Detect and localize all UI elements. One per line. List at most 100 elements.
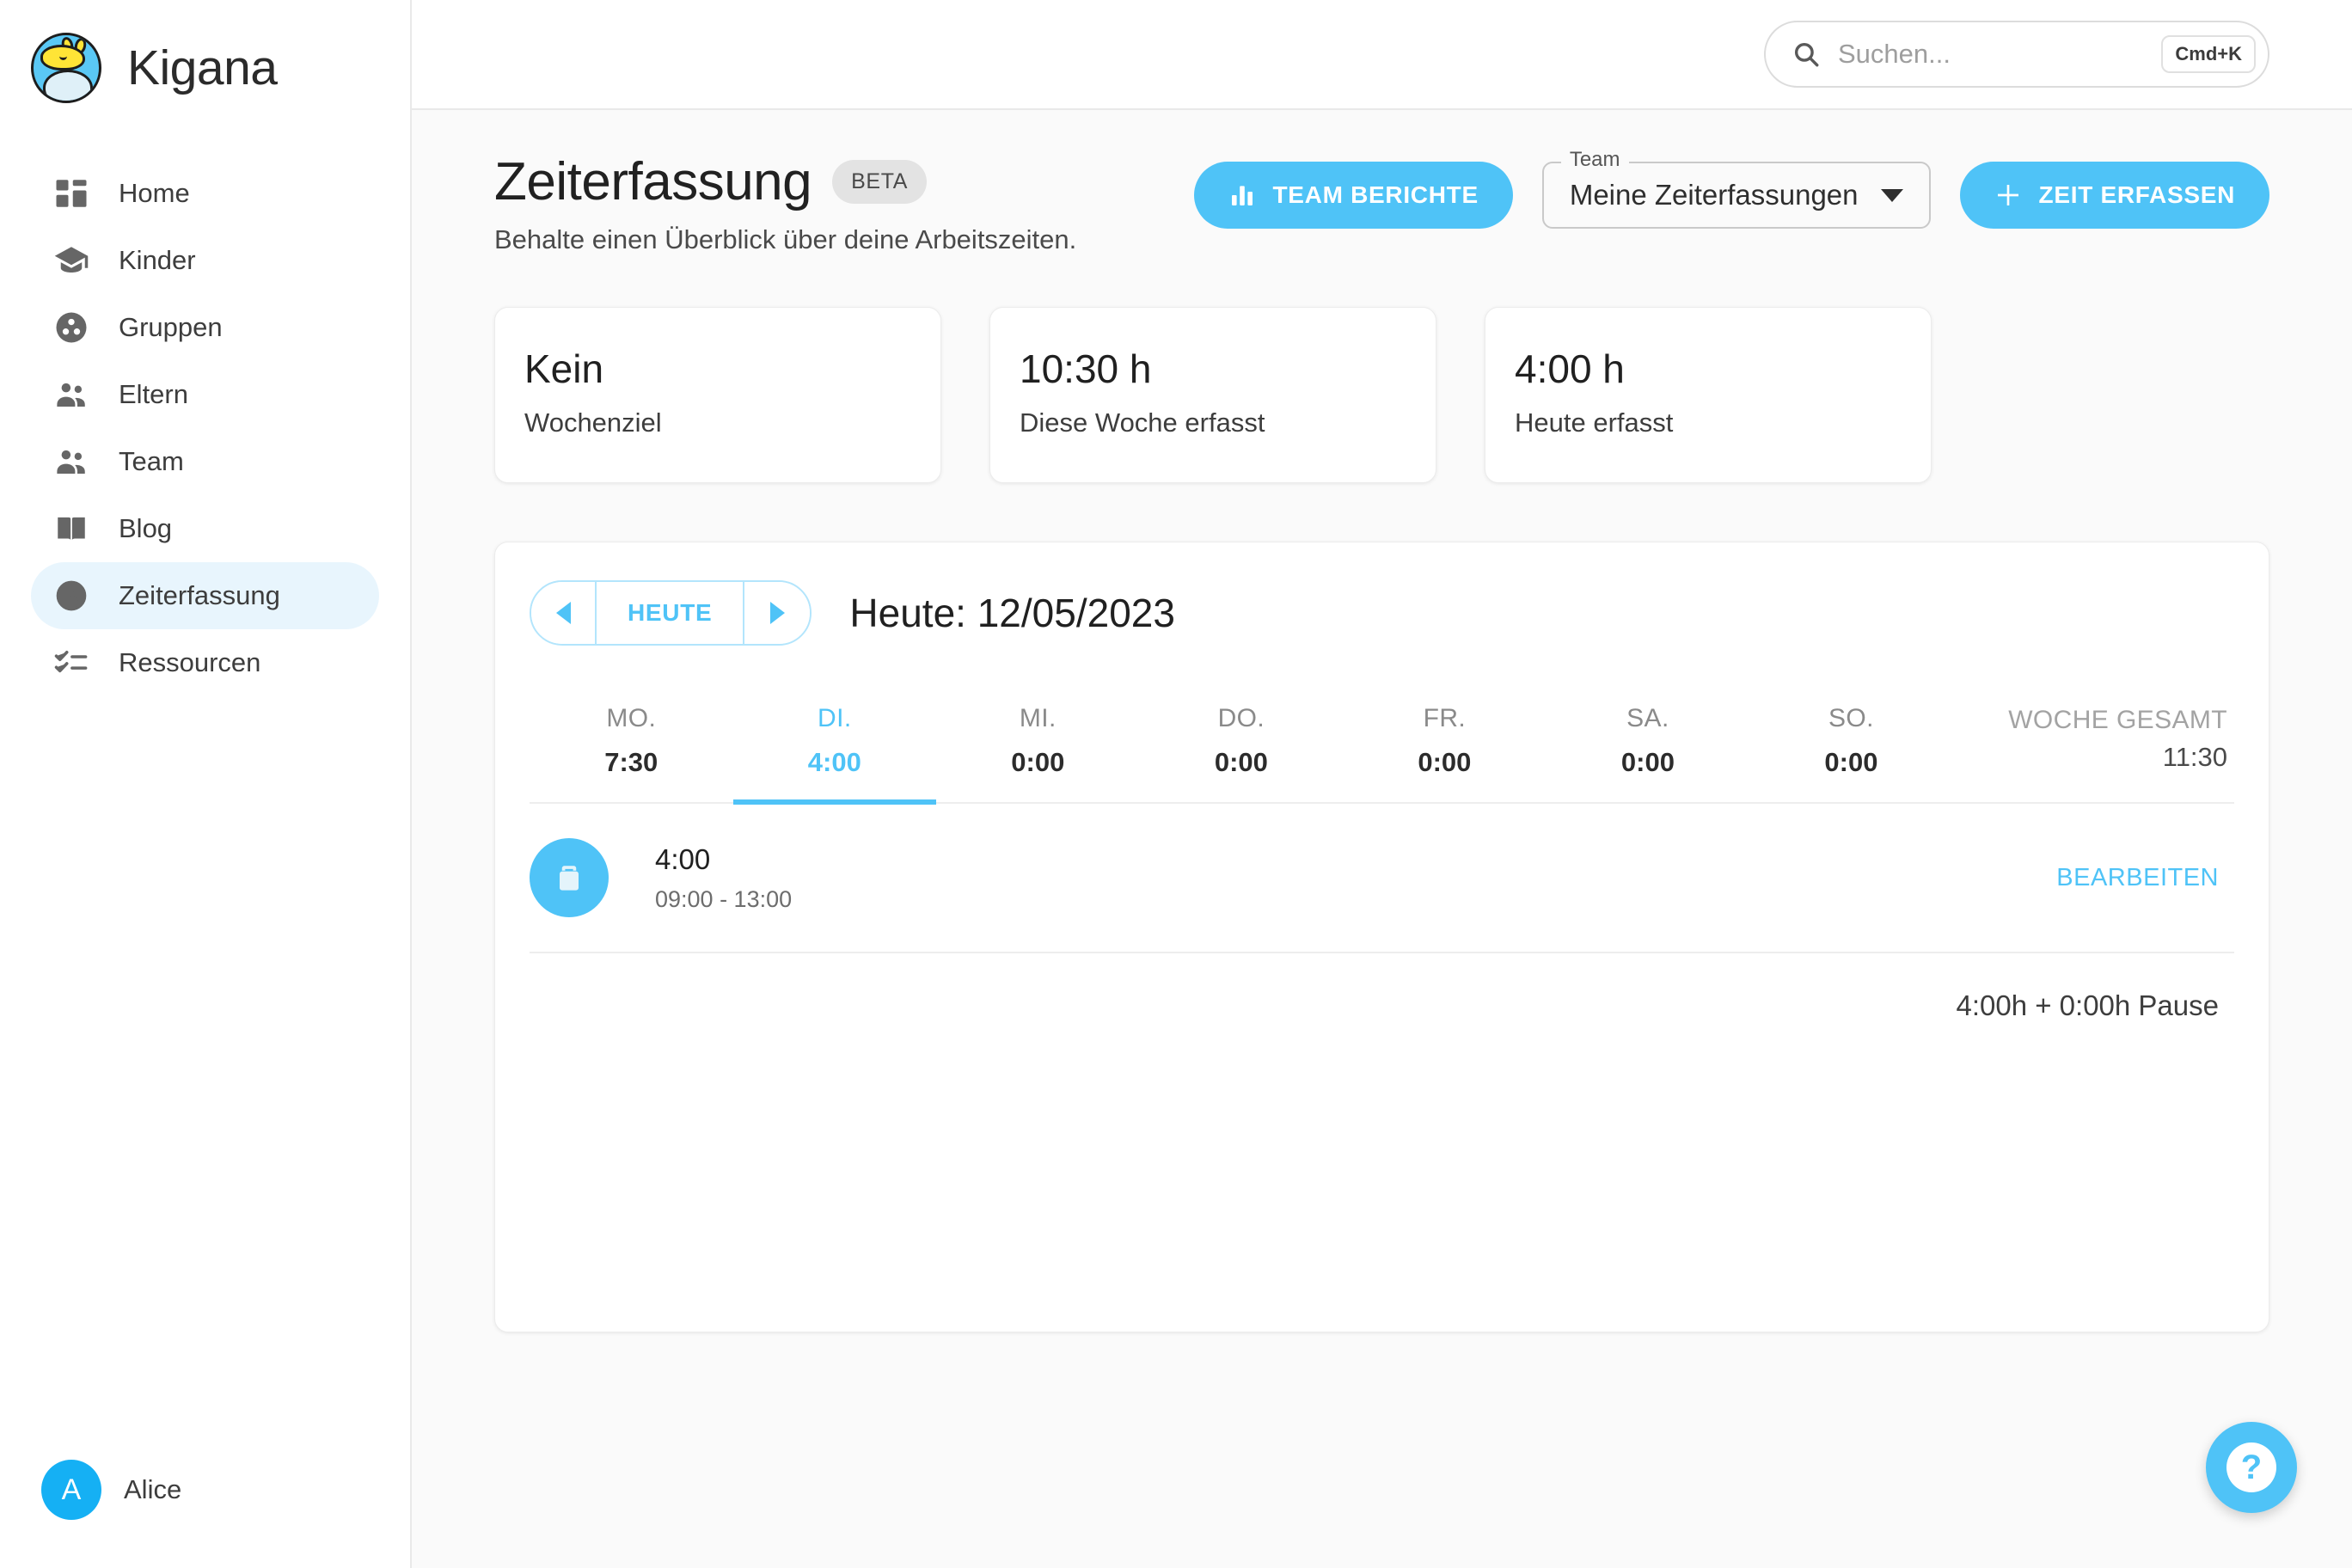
- page-title: Zeiterfassung: [494, 152, 812, 211]
- stat-card-today-logged: 4:00 h Heute erfasst: [1485, 307, 1932, 483]
- day-tab-so[interactable]: SO. 0:00: [1749, 692, 1953, 802]
- week-tabs: MO. 7:30 DI. 4:00 MI. 0:00 DO. 0:00 FR. …: [530, 692, 2234, 805]
- day-tab-name: FR.: [1423, 704, 1467, 732]
- day-tab-mi[interactable]: MI. 0:00: [936, 692, 1140, 802]
- brand-name: Kigana: [127, 40, 278, 95]
- status-badge: BETA: [832, 160, 927, 204]
- sidebar-item-gruppen[interactable]: Gruppen: [31, 294, 379, 361]
- sidebar-item-ressourcen[interactable]: Ressourcen: [31, 629, 379, 696]
- current-date-label: Heute: 12/05/2023: [849, 591, 1175, 635]
- team-select-legend: Team: [1560, 148, 1629, 172]
- sidebar-item-label: Team: [119, 446, 184, 476]
- giraffe-cloud-logo-icon: [31, 33, 101, 103]
- title-row: Zeiterfassung BETA: [494, 151, 1076, 212]
- stat-card-week-logged: 10:30 h Diese Woche erfasst: [989, 307, 1436, 483]
- people-icon: [52, 375, 91, 414]
- sidebar-item-label: Kinder: [119, 245, 196, 275]
- search-shortcut-badge: Cmd+K: [2161, 35, 2256, 73]
- day-tab-value: 0:00: [1011, 747, 1065, 777]
- sidebar-item-eltern[interactable]: Eltern: [31, 361, 379, 428]
- page-subtitle: Behalte einen Überblick über deine Arbei…: [494, 224, 1077, 254]
- stat-label: Diese Woche erfasst: [1020, 407, 1265, 438]
- week-total-label: WOCHE GESAMT: [2008, 706, 2228, 734]
- sidebar-item-label: Eltern: [119, 379, 188, 409]
- sidebar-user[interactable]: A Alice: [0, 1460, 181, 1520]
- sidebar-item-zeiterfassung[interactable]: Zeiterfassung: [31, 562, 379, 629]
- sidebar-item-label: Gruppen: [119, 312, 223, 342]
- team-reports-button[interactable]: TEAM BERICHTE: [1193, 162, 1513, 229]
- dashboard-icon: [52, 174, 91, 213]
- prev-day-button[interactable]: [531, 582, 597, 644]
- time-entry-row: 4:00 09:00 - 13:00 BEARBEITEN: [530, 804, 2234, 953]
- day-tab-fr[interactable]: FR. 0:00: [1343, 692, 1547, 802]
- header-actions: TEAM BERICHTE Team Meine Zeiterfassungen…: [1193, 148, 2269, 229]
- day-tab-mo[interactable]: MO. 7:30: [530, 692, 733, 802]
- day-tab-name: DI.: [818, 704, 852, 732]
- stat-label: Wochenziel: [524, 407, 662, 438]
- checklist-icon: [52, 643, 91, 683]
- day-tab-name: MO.: [606, 704, 657, 732]
- day-tab-value: 0:00: [1620, 747, 1675, 777]
- people-icon: [52, 442, 91, 481]
- day-tab-value: 7:30: [604, 747, 658, 777]
- time-entry-body: 4:00 09:00 - 13:00: [655, 843, 2056, 913]
- chevron-down-icon: [1880, 188, 1903, 202]
- sidebar-item-label: Home: [119, 178, 190, 208]
- briefcase-icon: [530, 838, 609, 917]
- stat-value: Kein: [524, 346, 604, 391]
- brand[interactable]: Kigana: [0, 0, 410, 115]
- bar-chart-icon: [1231, 186, 1253, 205]
- team-select[interactable]: Team Meine Zeiterfassungen: [1541, 148, 1931, 229]
- time-entry-range: 09:00 - 13:00: [655, 885, 793, 912]
- next-day-button[interactable]: [744, 582, 811, 644]
- team-reports-label: TEAM BERICHTE: [1272, 181, 1479, 208]
- sidebar-item-label: Ressourcen: [119, 647, 261, 677]
- today-button[interactable]: HEUTE: [597, 582, 745, 644]
- team-select-value: Meine Zeiterfassungen: [1569, 179, 1859, 211]
- sidebar-item-kinder[interactable]: Kinder: [31, 227, 379, 294]
- sidebar-item-team[interactable]: Team: [31, 428, 379, 495]
- day-tab-name: SO.: [1828, 704, 1874, 732]
- open-book-icon: [52, 509, 91, 548]
- clock-icon: [52, 576, 91, 616]
- plus-icon: [1997, 185, 2018, 205]
- sidebar-item-label: Zeiterfassung: [119, 580, 280, 610]
- search-bar[interactable]: Cmd+K: [1764, 21, 2269, 88]
- day-tab-di[interactable]: DI. 4:00: [732, 692, 937, 805]
- avatar: A: [41, 1460, 101, 1520]
- search-input[interactable]: [1838, 39, 2145, 70]
- question-mark-icon: ?: [2226, 1442, 2276, 1492]
- stat-cards: Kein Wochenziel 10:30 h Diese Woche erfa…: [494, 307, 2269, 483]
- day-tab-sa[interactable]: SA. 0:00: [1547, 692, 1750, 802]
- main-area: Cmd+K Zeiterfassung BETA Behalte einen Ü…: [412, 0, 2352, 1568]
- stat-value: 10:30 h: [1020, 346, 1152, 391]
- day-tab-name: SA.: [1626, 704, 1669, 732]
- user-name: Alice: [124, 1474, 182, 1504]
- sidebar-item-blog[interactable]: Blog: [31, 495, 379, 562]
- entry-summary: 4:00h + 0:00h Pause: [1956, 989, 2219, 1021]
- day-tab-name: DO.: [1217, 704, 1265, 732]
- topbar: Cmd+K: [412, 0, 2352, 110]
- sidebar-item-label: Blog: [119, 513, 173, 543]
- stat-card-weekly-goal: Kein Wochenziel: [494, 307, 941, 483]
- app-root: Kigana Home Kinder Gruppen Eltern Team B…: [0, 0, 2352, 1568]
- day-tab-value: 4:00: [807, 747, 861, 777]
- page-content: Zeiterfassung BETA Behalte einen Überbli…: [412, 110, 2352, 1568]
- page-heading-block: Zeiterfassung BETA Behalte einen Überbli…: [494, 151, 1076, 255]
- stat-value: 4:00 h: [1515, 346, 1625, 391]
- record-time-button[interactable]: ZEIT ERFASSEN: [1959, 162, 2269, 229]
- day-tab-value: 0:00: [1418, 747, 1472, 777]
- timesheet-panel: HEUTE Heute: 12/05/2023 MO. 7:30 DI. 4:0…: [494, 542, 2269, 1332]
- sidebar: Kigana Home Kinder Gruppen Eltern Team B…: [0, 0, 412, 1568]
- day-tab-do[interactable]: DO. 0:00: [1140, 692, 1344, 802]
- chevron-right-icon: [769, 602, 785, 624]
- help-button[interactable]: ?: [2206, 1422, 2297, 1513]
- chevron-left-icon: [555, 602, 571, 624]
- week-total: WOCHE GESAMT 11:30: [1953, 692, 2234, 802]
- edit-entry-button[interactable]: BEARBEITEN: [2056, 864, 2234, 892]
- day-tab-value: 0:00: [1214, 747, 1268, 777]
- sidebar-item-home[interactable]: Home: [31, 160, 379, 227]
- date-navigation: HEUTE Heute: 12/05/2023: [530, 580, 2234, 646]
- sidebar-nav: Home Kinder Gruppen Eltern Team Blog Zei…: [0, 160, 410, 696]
- date-nav-button-group: HEUTE: [530, 580, 812, 646]
